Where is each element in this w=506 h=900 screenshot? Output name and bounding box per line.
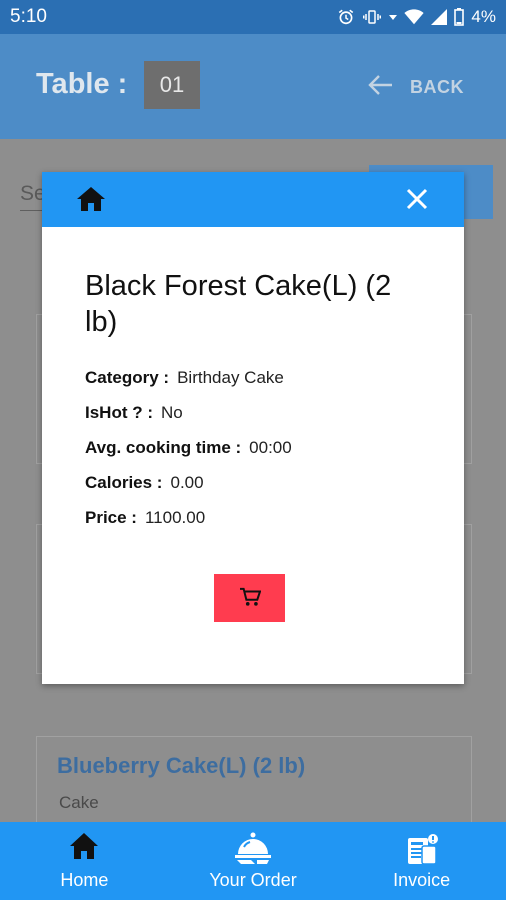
table-number[interactable]: 01 — [144, 61, 200, 109]
back-label: BACK — [410, 77, 464, 97]
ishot-row: IsHot ? : No — [85, 403, 183, 423]
wifi-icon — [404, 9, 425, 25]
battery-icon — [454, 8, 465, 26]
category-row: Category : Birthday Cake — [85, 368, 284, 388]
calories-row: Calories : 0.00 — [85, 473, 204, 493]
arrow-left-icon — [368, 74, 394, 101]
nav-your-order-label: Your Order — [209, 870, 297, 890]
item-title: Blueberry Cake(L) (2 lb) — [57, 753, 306, 778]
add-to-cart-button[interactable] — [214, 574, 285, 622]
category-value: Birthday Cake — [177, 368, 284, 387]
nav-your-order[interactable]: Your Order — [169, 822, 338, 900]
price-row: Price : 1100.00 — [85, 508, 205, 528]
price-value: 1100.00 — [144, 508, 206, 527]
cart-icon — [239, 587, 261, 610]
ishot-label: IsHot ? : — [85, 403, 153, 422]
bottom-nav: Home Your Order Invoice — [0, 822, 506, 900]
nav-invoice-label: Invoice — [393, 870, 451, 890]
table-label: Table : — [36, 68, 128, 100]
alarm-icon — [337, 8, 355, 26]
data-arrows-icon — [389, 10, 398, 24]
home-icon[interactable] — [76, 186, 106, 217]
list-item[interactable]: Blueberry Cake(L) (2 lb) Cake — [36, 736, 472, 826]
item-subtitle: Cake — [59, 793, 99, 812]
calories-label: Calories : — [85, 473, 163, 492]
vibrate-icon — [362, 8, 382, 26]
price-label: Price : — [85, 508, 137, 527]
category-label: Category : — [85, 368, 170, 387]
cooking-time-label: Avg. cooking time : — [85, 438, 242, 457]
status-time: 5:10 — [10, 6, 47, 27]
back-button[interactable]: BACK — [368, 74, 464, 101]
calories-value: 0.00 — [170, 473, 204, 492]
nav-home[interactable]: Home — [0, 822, 169, 900]
cooking-time-value: 00:00 — [249, 438, 292, 457]
invoice-icon — [404, 832, 440, 873]
signal-icon — [431, 9, 448, 25]
ishot-value: No — [161, 403, 183, 422]
battery-percent: 4% — [471, 7, 496, 26]
item-detail-dialog: Black Forest Cake(L) (2 lb) Category : Bi… — [42, 172, 464, 684]
item-title: Black Forest Cake(L) (2 lb) — [85, 270, 392, 338]
nav-home-label: Home — [60, 870, 109, 890]
home-icon — [69, 832, 99, 865]
status-icons: 4% — [337, 7, 496, 27]
food-tray-icon — [233, 832, 273, 871]
app-bar: Table : 01 BACK — [0, 34, 506, 139]
nav-invoice[interactable]: Invoice — [337, 822, 506, 900]
status-bar: 5:10 4% — [0, 0, 506, 34]
close-icon[interactable] — [406, 188, 428, 215]
dialog-header — [42, 172, 464, 227]
cooking-time-row: Avg. cooking time : 00:00 — [85, 438, 292, 458]
